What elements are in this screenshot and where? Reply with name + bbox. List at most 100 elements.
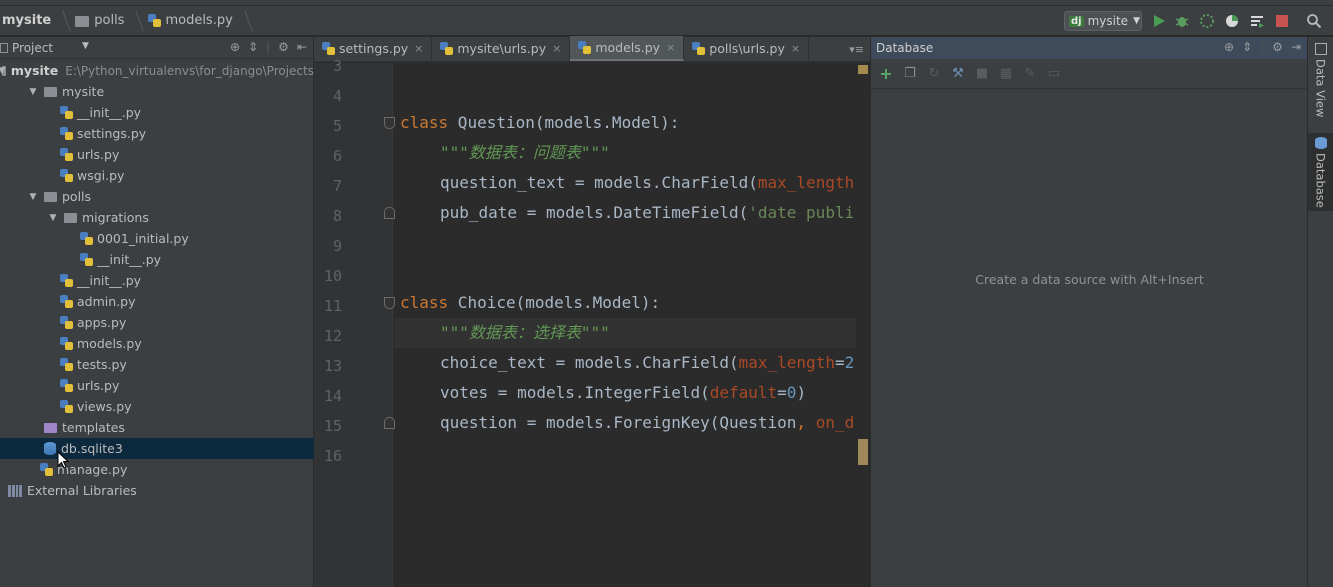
tree-item[interactable]: __init__.py bbox=[0, 249, 314, 270]
tree-item[interactable]: urls.py bbox=[0, 144, 314, 165]
python-file-icon bbox=[80, 253, 93, 266]
search-icon[interactable] bbox=[1306, 13, 1322, 29]
python-file-icon bbox=[440, 42, 454, 55]
tree-item[interactable]: tests.py bbox=[0, 354, 314, 375]
tree-item-label: wsgi.py bbox=[77, 168, 125, 183]
code-line-6: question_text = models.CharField(max_len… bbox=[440, 173, 855, 192]
tree-item[interactable]: models.py bbox=[0, 333, 314, 354]
table-icon[interactable]: ▦ bbox=[999, 66, 1013, 81]
hide-panel-icon[interactable]: ⇥ bbox=[1291, 40, 1301, 54]
line-number: 3 bbox=[332, 57, 342, 75]
breadcrumb-models[interactable]: models.py bbox=[146, 6, 238, 36]
code-line-13: votes = models.IntegerField(default=0) bbox=[440, 383, 807, 402]
database-panel-title: Database bbox=[876, 41, 934, 55]
coverage-icon[interactable] bbox=[1199, 13, 1215, 29]
code-line-10: class Choice(models.Model): bbox=[400, 293, 661, 312]
tree-item-label: views.py bbox=[77, 399, 132, 414]
locate-icon[interactable]: ⊕ bbox=[1224, 40, 1234, 54]
editor-tab[interactable]: models.py × bbox=[570, 36, 685, 61]
tree-item-label: External Libraries bbox=[27, 483, 137, 498]
tree-item[interactable]: views.py bbox=[0, 396, 314, 417]
close-icon[interactable]: × bbox=[552, 42, 561, 55]
python-file-icon bbox=[60, 169, 73, 182]
tabs-menu-icon[interactable]: ▾≡ bbox=[849, 43, 864, 56]
python-file-icon bbox=[60, 127, 73, 140]
tree-item[interactable]: 0001_initial.py bbox=[0, 228, 314, 249]
properties-icon[interactable]: ⚒ bbox=[951, 66, 965, 81]
navigation-bar: mysite polls models.py dj mysite ▼ bbox=[0, 6, 1333, 36]
stop-icon[interactable] bbox=[1274, 13, 1290, 29]
expand-arrow-icon[interactable]: ▼ bbox=[28, 192, 38, 202]
tool-tab-database[interactable]: Database bbox=[1308, 133, 1333, 211]
tree-item[interactable]: settings.py bbox=[0, 123, 314, 144]
expand-arrow-icon[interactable]: ▼ bbox=[48, 213, 58, 223]
refresh-icon[interactable]: ↻ bbox=[927, 66, 941, 81]
scroll-thumb[interactable] bbox=[858, 439, 868, 465]
tree-item[interactable]: ▼ mysite bbox=[0, 81, 314, 102]
run-tasks-icon[interactable] bbox=[1249, 13, 1265, 29]
project-view-icon bbox=[0, 42, 8, 53]
python-file-icon bbox=[322, 42, 335, 55]
python-file-icon bbox=[80, 232, 93, 245]
python-file-icon bbox=[40, 463, 53, 476]
edit-icon[interactable]: ✎ bbox=[1023, 66, 1037, 81]
folder-icon bbox=[44, 422, 57, 433]
close-icon[interactable]: × bbox=[791, 42, 800, 55]
debug-icon[interactable] bbox=[1174, 13, 1190, 29]
tree-item[interactable]: ▼ polls bbox=[0, 186, 314, 207]
hide-panel-icon[interactable]: ⇤ bbox=[297, 40, 307, 54]
line-number: 7 bbox=[332, 177, 342, 195]
run-configuration-select[interactable]: dj mysite ▼ bbox=[1064, 11, 1142, 31]
chevron-down-icon[interactable]: ▼ bbox=[82, 41, 89, 51]
tree-item[interactable]: ▼▼mysiteE:\Python_virtualenvs\for_django… bbox=[0, 60, 314, 81]
tree-item[interactable]: apps.py bbox=[0, 312, 314, 333]
error-stripe[interactable] bbox=[856, 63, 870, 587]
python-file-icon bbox=[692, 42, 706, 55]
code-view[interactable]: class Question(models.Model): """数据表：问题表… bbox=[394, 63, 860, 587]
database-toolbar: + ❐ ↻ ⚒ ■ ▦ ✎ ▭ bbox=[871, 59, 1307, 89]
breadcrumb-polls[interactable]: polls bbox=[73, 6, 130, 36]
breadcrumb-mysite[interactable]: mysite bbox=[0, 6, 57, 36]
collapse-all-icon[interactable]: ⇕ bbox=[1242, 40, 1252, 54]
close-icon[interactable]: × bbox=[414, 42, 423, 55]
empty-state-text: Create a data source with Alt+Insert bbox=[975, 272, 1204, 287]
expand-arrow-icon[interactable]: ▼ bbox=[0, 66, 7, 76]
tree-item[interactable]: __init__.py bbox=[0, 270, 314, 291]
run-icon[interactable] bbox=[1151, 13, 1167, 29]
folder-icon bbox=[64, 212, 77, 223]
gear-icon[interactable]: ⚙ bbox=[1272, 40, 1283, 54]
tree-item[interactable]: ▼ migrations bbox=[0, 207, 314, 228]
tree-item-label: models.py bbox=[77, 336, 142, 351]
tree-item[interactable]: External Libraries bbox=[0, 480, 314, 501]
copy-icon[interactable]: ❐ bbox=[903, 66, 917, 81]
line-number: 11 bbox=[323, 297, 342, 315]
tree-item[interactable]: __init__.py bbox=[0, 102, 314, 123]
warning-marker[interactable] bbox=[858, 65, 868, 74]
profile-icon[interactable] bbox=[1224, 13, 1240, 29]
chevron-down-icon: ▼ bbox=[1133, 16, 1140, 26]
line-number: 5 bbox=[332, 117, 342, 135]
tree-item-label: urls.py bbox=[77, 147, 120, 162]
stop-icon[interactable]: ■ bbox=[975, 66, 989, 81]
editor-tab[interactable]: polls\urls.py × bbox=[684, 36, 810, 61]
tree-item[interactable]: admin.py bbox=[0, 291, 314, 312]
tree-item[interactable]: db.sqlite3 bbox=[0, 438, 314, 459]
gear-icon[interactable]: ⚙ bbox=[278, 40, 289, 54]
editor-tab[interactable]: mysite\urls.py × bbox=[432, 36, 571, 61]
line-number: 10 bbox=[323, 267, 342, 285]
line-number: 12 bbox=[323, 327, 342, 345]
console-icon[interactable]: ▭ bbox=[1047, 66, 1061, 81]
tree-item[interactable]: manage.py bbox=[0, 459, 314, 480]
locate-icon[interactable]: ⊕ bbox=[230, 40, 240, 54]
tree-item[interactable]: urls.py bbox=[0, 375, 314, 396]
tool-tab-data-view[interactable]: Data View bbox=[1308, 39, 1333, 119]
line-number: 13 bbox=[323, 357, 342, 375]
tree-item-label: __init__.py bbox=[77, 105, 142, 120]
tree-item[interactable]: wsgi.py bbox=[0, 165, 314, 186]
collapse-all-icon[interactable]: ⇕ bbox=[248, 40, 258, 54]
project-view-select[interactable]: Project bbox=[12, 41, 53, 55]
close-icon[interactable]: × bbox=[666, 41, 675, 54]
tree-item[interactable]: templates bbox=[0, 417, 314, 438]
add-data-source-icon[interactable]: + bbox=[879, 65, 893, 81]
expand-arrow-icon[interactable]: ▼ bbox=[28, 87, 38, 97]
